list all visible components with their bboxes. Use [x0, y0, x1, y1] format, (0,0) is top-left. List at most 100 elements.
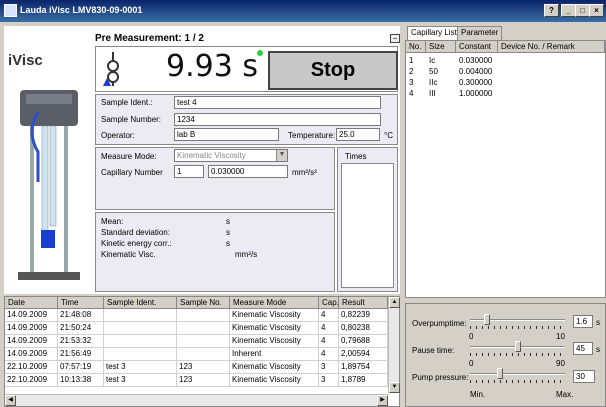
- capillary-number-input[interactable]: 1: [174, 165, 204, 178]
- history-cell[interactable]: 4: [319, 348, 339, 361]
- capillary-column-header[interactable]: Size: [426, 41, 456, 53]
- history-cell[interactable]: 21:48:08: [58, 309, 104, 322]
- history-cell[interactable]: 1,8789: [339, 374, 388, 387]
- stop-button[interactable]: Stop: [268, 51, 398, 90]
- pressure-input[interactable]: 30: [573, 370, 595, 383]
- history-cell[interactable]: 1,89754: [339, 361, 388, 374]
- scroll-right-icon[interactable]: ▶: [377, 395, 388, 406]
- history-cell[interactable]: 21:56:49: [58, 348, 104, 361]
- capillary-cell[interactable]: 3: [406, 77, 426, 88]
- history-column-header[interactable]: Measure Mode: [230, 297, 319, 309]
- capillary-cell[interactable]: IIc: [426, 77, 456, 88]
- history-cell[interactable]: 0,80238: [339, 322, 388, 335]
- pressure-slider[interactable]: [497, 368, 503, 379]
- history-cell[interactable]: [104, 335, 177, 348]
- history-cell[interactable]: [177, 348, 230, 361]
- history-column-header[interactable]: Sample No.: [177, 297, 230, 309]
- sample-number-input[interactable]: 1234: [174, 113, 381, 126]
- history-cell[interactable]: 4: [319, 322, 339, 335]
- history-column-header[interactable]: Result: [339, 297, 388, 309]
- history-cell[interactable]: [177, 309, 230, 322]
- times-list[interactable]: [341, 163, 394, 288]
- capillary-cell[interactable]: 0.004000: [456, 66, 498, 77]
- history-cell[interactable]: [104, 348, 177, 361]
- temperature-unit: °C: [384, 131, 393, 140]
- pause-slider[interactable]: [515, 341, 521, 352]
- capillary-cell[interactable]: III: [426, 88, 456, 99]
- history-column-header[interactable]: Sample Ident.: [104, 297, 177, 309]
- history-cell[interactable]: 21:53:32: [58, 335, 104, 348]
- capillary-cell[interactable]: 0.030000: [456, 55, 498, 66]
- history-cell[interactable]: [104, 322, 177, 335]
- capillary-cell[interactable]: [498, 66, 605, 77]
- capillary-constant-input[interactable]: 0.030000: [208, 165, 288, 178]
- history-cell[interactable]: 3: [319, 374, 339, 387]
- history-cell[interactable]: 14.09.2009: [5, 322, 58, 335]
- chevron-down-icon[interactable]: ▼: [276, 150, 287, 161]
- history-cell[interactable]: test 3: [104, 374, 177, 387]
- history-cell[interactable]: 123: [177, 361, 230, 374]
- temperature-input[interactable]: 25.0: [336, 128, 380, 141]
- help-button[interactable]: ?: [544, 4, 559, 17]
- history-cell[interactable]: 0,79688: [339, 335, 388, 348]
- history-cell[interactable]: 0,82239: [339, 309, 388, 322]
- capillary-cell[interactable]: 1: [406, 55, 426, 66]
- history-cell[interactable]: 21:50:24: [58, 322, 104, 335]
- history-cell[interactable]: Inherent: [230, 348, 319, 361]
- history-cell[interactable]: 10:13:38: [58, 374, 104, 387]
- capillary-column-header[interactable]: Device No. / Remark: [498, 41, 605, 53]
- capillary-cell[interactable]: 1.000000: [456, 88, 498, 99]
- history-cell[interactable]: 3: [319, 361, 339, 374]
- history-cell[interactable]: 14.09.2009: [5, 348, 58, 361]
- history-column-header[interactable]: Cap.: [319, 297, 339, 309]
- capillary-cell[interactable]: 50: [426, 66, 456, 77]
- history-cell[interactable]: 2,00594: [339, 348, 388, 361]
- capillary-cell[interactable]: 0.300000: [456, 77, 498, 88]
- collapse-button[interactable]: −: [390, 34, 400, 43]
- history-cell[interactable]: Kinematic Viscosity: [230, 361, 319, 374]
- history-vscroll[interactable]: ▲ ▼: [388, 297, 400, 393]
- history-cell[interactable]: [104, 309, 177, 322]
- minimize-button[interactable]: _: [561, 4, 576, 17]
- scroll-down-icon[interactable]: ▼: [389, 382, 400, 393]
- history-cell[interactable]: 14.09.2009: [5, 309, 58, 322]
- history-cell[interactable]: test 3: [104, 361, 177, 374]
- pause-input[interactable]: 45: [573, 342, 593, 355]
- history-cell[interactable]: Kinematic Viscosity: [230, 374, 319, 387]
- capillary-column-header[interactable]: No.: [406, 41, 426, 53]
- history-cell[interactable]: Kinematic Viscosity: [230, 309, 319, 322]
- overpump-input[interactable]: 1.6: [573, 315, 593, 328]
- capillary-column-header[interactable]: Constant: [456, 41, 498, 53]
- capillary-cell[interactable]: 4: [406, 88, 426, 99]
- history-column-header[interactable]: Date: [5, 297, 58, 309]
- overpump-slider[interactable]: [484, 314, 490, 325]
- history-cell[interactable]: 22.10.2009: [5, 361, 58, 374]
- capillary-cell[interactable]: Ic: [426, 55, 456, 66]
- capillary-cell[interactable]: [498, 88, 605, 99]
- history-cell[interactable]: 4: [319, 309, 339, 322]
- history-cell[interactable]: Kinematic Viscosity: [230, 335, 319, 348]
- maximize-button[interactable]: □: [575, 4, 590, 17]
- operator-input[interactable]: lab B: [174, 128, 279, 141]
- close-button[interactable]: ×: [589, 4, 604, 17]
- capillary-cell[interactable]: [498, 77, 605, 88]
- history-hscroll[interactable]: ◀ ▶: [5, 394, 388, 406]
- capillary-cell[interactable]: [498, 55, 605, 66]
- history-cell[interactable]: 4: [319, 335, 339, 348]
- capillary-cell[interactable]: 2: [406, 66, 426, 77]
- scroll-left-icon[interactable]: ◀: [5, 395, 16, 406]
- history-cell[interactable]: Kinematic Viscosity: [230, 322, 319, 335]
- pause-min: 0: [469, 359, 474, 368]
- history-cell[interactable]: 14.09.2009: [5, 335, 58, 348]
- history-cell[interactable]: [177, 322, 230, 335]
- tab-parameter[interactable]: Parameter: [457, 26, 503, 40]
- history-column-header[interactable]: Time: [58, 297, 104, 309]
- sample-ident-input[interactable]: test 4: [174, 96, 381, 109]
- history-cell[interactable]: [177, 335, 230, 348]
- history-cell[interactable]: 123: [177, 374, 230, 387]
- history-cell[interactable]: 22.10.2009: [5, 374, 58, 387]
- tab-capillary-list[interactable]: Capillary List: [407, 26, 461, 41]
- scroll-up-icon[interactable]: ▲: [389, 297, 400, 308]
- history-cell[interactable]: 07:57:19: [58, 361, 104, 374]
- measure-mode-select[interactable]: Kinematic Viscosity: [174, 149, 288, 162]
